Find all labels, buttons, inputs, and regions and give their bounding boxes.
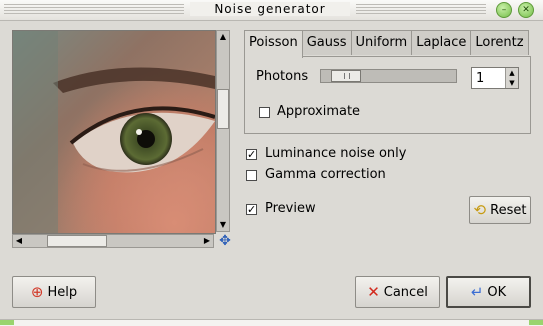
reset-button[interactable]: ⟲ Reset (469, 196, 531, 224)
preview-label: Preview (265, 201, 316, 216)
spin-down-icon[interactable]: ▼ (506, 78, 518, 88)
resize-grip[interactable] (0, 320, 14, 325)
tab-lorentz[interactable]: Lorentz (470, 30, 529, 55)
cancel-label: Cancel (383, 284, 428, 300)
ok-arrow-icon: ↵ (470, 283, 484, 301)
lifebuoy-icon: ⊕ (30, 283, 44, 301)
help-button[interactable]: ⊕ Help (12, 276, 96, 308)
window-title: Noise generator (190, 2, 350, 16)
approximate-label: Approximate (277, 104, 361, 119)
tab-bar: Poisson Gauss Uniform Laplace Lorentz (244, 30, 529, 58)
tab-uniform[interactable]: Uniform (350, 30, 413, 55)
scroll-up-arrow-icon[interactable]: ▲ (217, 31, 229, 43)
photons-value[interactable]: 1 (476, 71, 484, 86)
title-bar[interactable]: Noise generator – ✕ (0, 0, 543, 21)
reset-icon: ⟲ (473, 201, 487, 219)
help-label: Help (47, 284, 78, 300)
titlebar-grip (4, 4, 184, 15)
ok-button[interactable]: ↵ OK (446, 276, 531, 308)
poisson-panel: Photons 1 ▲ ▼ Approximate (244, 56, 531, 134)
eye-photo (13, 31, 215, 233)
gamma-label: Gamma correction (265, 167, 386, 182)
gamma-checkbox[interactable] (246, 170, 257, 181)
close-icon[interactable]: ✕ (518, 2, 534, 18)
photons-spinbutton[interactable]: 1 ▲ ▼ (471, 67, 519, 89)
titlebar-grip (356, 4, 486, 15)
horizontal-scroll-thumb[interactable] (47, 235, 107, 247)
minimize-icon[interactable]: – (496, 2, 512, 18)
cancel-x-icon: ✕ (367, 283, 380, 301)
vertical-scroll-thumb[interactable] (217, 89, 229, 129)
approximate-checkbox[interactable] (259, 107, 270, 118)
preview-checkbox[interactable]: ✓ (246, 204, 257, 215)
noise-type-notebook: Poisson Gauss Uniform Laplace Lorentz Ph… (244, 30, 531, 134)
resize-grip[interactable] (529, 320, 543, 325)
vertical-scrollbar[interactable]: ▲ ▼ (216, 30, 230, 232)
scroll-right-arrow-icon[interactable]: ▶ (201, 235, 213, 247)
tab-poisson[interactable]: Poisson (244, 30, 303, 58)
cancel-button[interactable]: ✕ Cancel (355, 276, 440, 308)
tab-laplace[interactable]: Laplace (411, 30, 472, 55)
navigate-move-icon[interactable]: ✥ (218, 234, 232, 248)
ok-label: OK (487, 284, 507, 300)
photons-slider[interactable] (320, 69, 457, 83)
photons-slider-handle[interactable] (331, 70, 361, 82)
spin-arrows[interactable]: ▲ ▼ (505, 68, 518, 88)
image-preview: ▲ ▼ ◀ ▶ (12, 30, 230, 248)
scroll-left-arrow-icon[interactable]: ◀ (13, 235, 25, 247)
tab-gauss[interactable]: Gauss (301, 30, 352, 55)
horizontal-scrollbar[interactable]: ◀ ▶ (12, 234, 214, 248)
scroll-down-arrow-icon[interactable]: ▼ (217, 219, 229, 231)
spin-up-icon[interactable]: ▲ (506, 68, 518, 78)
preview-image (12, 30, 216, 234)
luminance-label: Luminance noise only (265, 146, 407, 161)
photons-label: Photons (256, 69, 309, 84)
reset-label: Reset (490, 202, 527, 218)
luminance-checkbox[interactable]: ✓ (246, 149, 257, 160)
